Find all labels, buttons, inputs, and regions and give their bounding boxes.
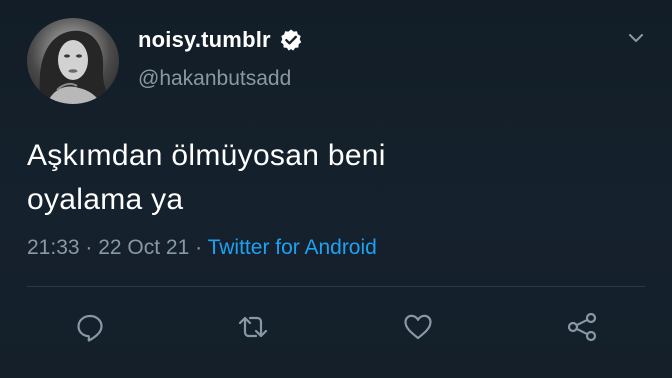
tweet-source-link[interactable]: Twitter for Android	[208, 236, 377, 259]
meta-separator: ·	[85, 236, 99, 259]
username-handle[interactable]: @hakanbutsadd	[138, 67, 291, 91]
tweet-text-line: Aşkımdan ölmüyosan beni	[27, 139, 386, 172]
retweet-icon[interactable]	[236, 310, 270, 344]
avatar-photo	[39, 30, 112, 104]
tweet-meta: 21:33 · 22 Oct 21 · Twitter for Android	[27, 236, 377, 260]
tweet-card: noisy.tumblr @hakanbutsadd Aşkımdan ölmü…	[0, 0, 672, 378]
display-name[interactable]: noisy.tumblr	[138, 27, 303, 53]
tweet-time[interactable]: 21:33	[27, 236, 80, 259]
share-icon[interactable]	[565, 310, 599, 344]
tweet-text: Aşkımdan ölmüyosan beni oyalama ya	[27, 134, 627, 222]
chevron-down-icon[interactable]	[626, 28, 646, 48]
tweet-text-line: oyalama ya	[27, 183, 184, 216]
avatar[interactable]	[27, 18, 119, 104]
meta-separator: ·	[195, 236, 208, 259]
display-name-text: noisy.tumblr	[138, 27, 271, 52]
verified-badge-icon	[279, 28, 303, 52]
divider	[27, 286, 645, 287]
reply-icon[interactable]	[73, 310, 107, 344]
tweet-date[interactable]: 22 Oct 21	[98, 236, 189, 259]
heart-icon[interactable]	[401, 310, 435, 344]
